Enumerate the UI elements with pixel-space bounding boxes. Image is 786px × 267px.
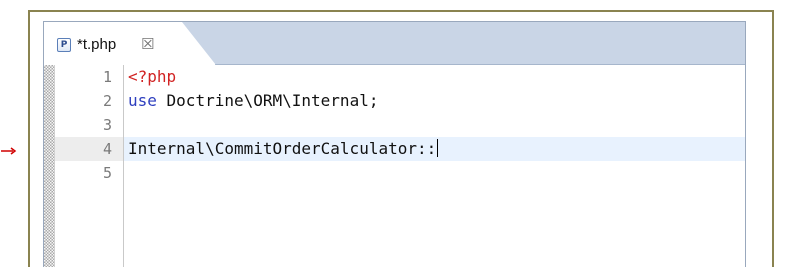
namespace-reference: Doctrine\ORM\Internal (156, 91, 369, 110)
line-number: 5 (102, 164, 112, 182)
code-line-4-current[interactable]: Internal\CommitOrderCalculator:: (124, 137, 745, 161)
code-line-1[interactable]: <?php (124, 65, 745, 89)
php-open-tag: <?php (128, 67, 177, 86)
tab-title: *t.php (77, 36, 117, 53)
line-number-gutter[interactable]: 1 2 3 4 5 (55, 65, 123, 267)
code-editor-text-area[interactable]: <?php use Doctrine\ORM\Internal; Interna… (124, 65, 745, 267)
line-number-current: 4 (55, 137, 123, 161)
line-number: 1 (102, 68, 112, 86)
text-cursor (437, 139, 439, 157)
close-icon[interactable]: ☒ (141, 35, 154, 53)
line-number: 3 (102, 116, 112, 134)
use-keyword: use (128, 91, 157, 110)
class-reference: Internal\CommitOrderCalculator:: (128, 139, 437, 158)
php-editor: P *t.php ☒ 1 2 3 4 5 <?php use Doctrine\… (43, 21, 746, 267)
editor-tab-bar: P *t.php ☒ (44, 22, 745, 65)
code-line-3[interactable] (124, 113, 745, 137)
code-line-5[interactable] (124, 161, 745, 185)
editor-tab-t-php[interactable]: P *t.php ☒ (44, 22, 216, 65)
code-line-2[interactable]: use Doctrine\ORM\Internal; (124, 89, 745, 113)
line-number: 2 (102, 92, 112, 110)
statement-terminator: ; (368, 91, 379, 110)
overview-ruler[interactable] (44, 65, 55, 267)
screenshot-canvas: P *t.php ☒ 1 2 3 4 5 <?php use Doctrine\… (0, 0, 786, 267)
pointer-arrow-icon (1, 147, 17, 155)
php-file-icon: P (57, 38, 71, 52)
